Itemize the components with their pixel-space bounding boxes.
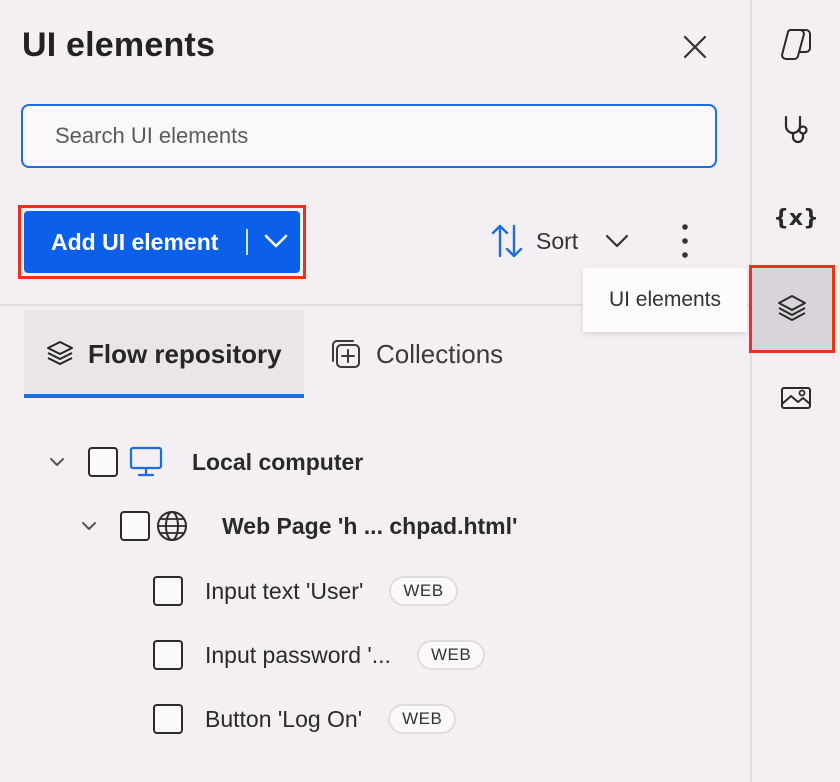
tree-label-web-page: Web Page 'h ... chpad.html' — [222, 512, 518, 539]
split-divider — [246, 229, 248, 255]
sort-button[interactable]: Sort — [490, 218, 632, 264]
tab-flow-repository[interactable]: Flow repository — [24, 310, 304, 398]
checkbox[interactable] — [88, 447, 118, 477]
checkbox[interactable] — [153, 576, 183, 606]
close-button[interactable] — [676, 28, 714, 66]
element-label: Input password '... — [205, 641, 391, 668]
tab-collections-label: Collections — [376, 338, 504, 369]
element-label: Input text 'User' — [205, 577, 364, 604]
search-input[interactable] — [21, 104, 717, 168]
sort-label: Sort — [536, 227, 579, 254]
web-badge: WEB — [416, 640, 486, 670]
checkbox[interactable] — [153, 640, 183, 670]
tree-label-local-computer: Local computer — [192, 448, 364, 475]
add-ui-element-button[interactable]: Add UI element — [24, 211, 300, 273]
expand-chevron[interactable] — [46, 451, 68, 473]
globe-icon — [157, 511, 187, 541]
rail-ui-elements-button[interactable] — [749, 265, 835, 353]
expand-chevron[interactable] — [78, 515, 100, 537]
add-ui-element-label: Add UI element — [51, 229, 219, 255]
close-icon — [683, 35, 707, 59]
chevron-down-icon — [82, 522, 96, 530]
page-title: UI elements — [22, 26, 216, 64]
tab-flow-repository-label: Flow repository — [88, 338, 282, 369]
tree-row-element[interactable]: Input password '... WEB — [153, 635, 486, 675]
tab-selected-indicator — [24, 394, 304, 398]
tree-row-local-computer[interactable]: Local computer — [46, 442, 363, 482]
rail-copilot-button[interactable] — [752, 14, 840, 74]
more-options-button[interactable] — [668, 220, 702, 262]
monitor-icon — [129, 446, 163, 477]
checkbox[interactable] — [153, 704, 183, 734]
layers-icon — [778, 295, 806, 321]
app-root: UI elements Add UI element Sort — [0, 0, 840, 782]
image-icon — [781, 387, 811, 409]
checkbox[interactable] — [120, 511, 150, 541]
web-badge: WEB — [388, 704, 457, 734]
web-badge: WEB — [389, 576, 458, 606]
layers-icon — [44, 338, 76, 370]
tree-row-element[interactable]: Input text 'User' WEB — [153, 571, 458, 611]
tooltip: UI elements — [583, 268, 747, 332]
collections-icon — [328, 336, 364, 372]
sort-arrows-icon — [491, 224, 523, 258]
variables-icon: {x} — [773, 205, 819, 231]
stethoscope-icon — [784, 115, 808, 144]
chevron-down-icon[interactable] — [262, 227, 290, 255]
tree-row-web-page[interactable]: Web Page 'h ... chpad.html' — [78, 506, 518, 546]
tab-collections[interactable]: Collections — [328, 310, 503, 398]
rail-debug-button[interactable] — [752, 100, 840, 160]
right-rail: {x} — [750, 0, 840, 782]
element-label: Button 'Log On' — [205, 705, 363, 732]
rail-images-button[interactable] — [752, 368, 840, 428]
ui-elements-panel: UI elements Add UI element Sort — [0, 0, 750, 782]
copilot-icon — [781, 29, 811, 60]
chevron-down-icon — [606, 234, 629, 248]
more-vertical-icon — [682, 224, 688, 258]
tree-row-element[interactable]: Button 'Log On' WEB — [153, 699, 457, 739]
rail-variables-button[interactable]: {x} — [752, 188, 840, 248]
chevron-down-icon — [50, 458, 64, 466]
